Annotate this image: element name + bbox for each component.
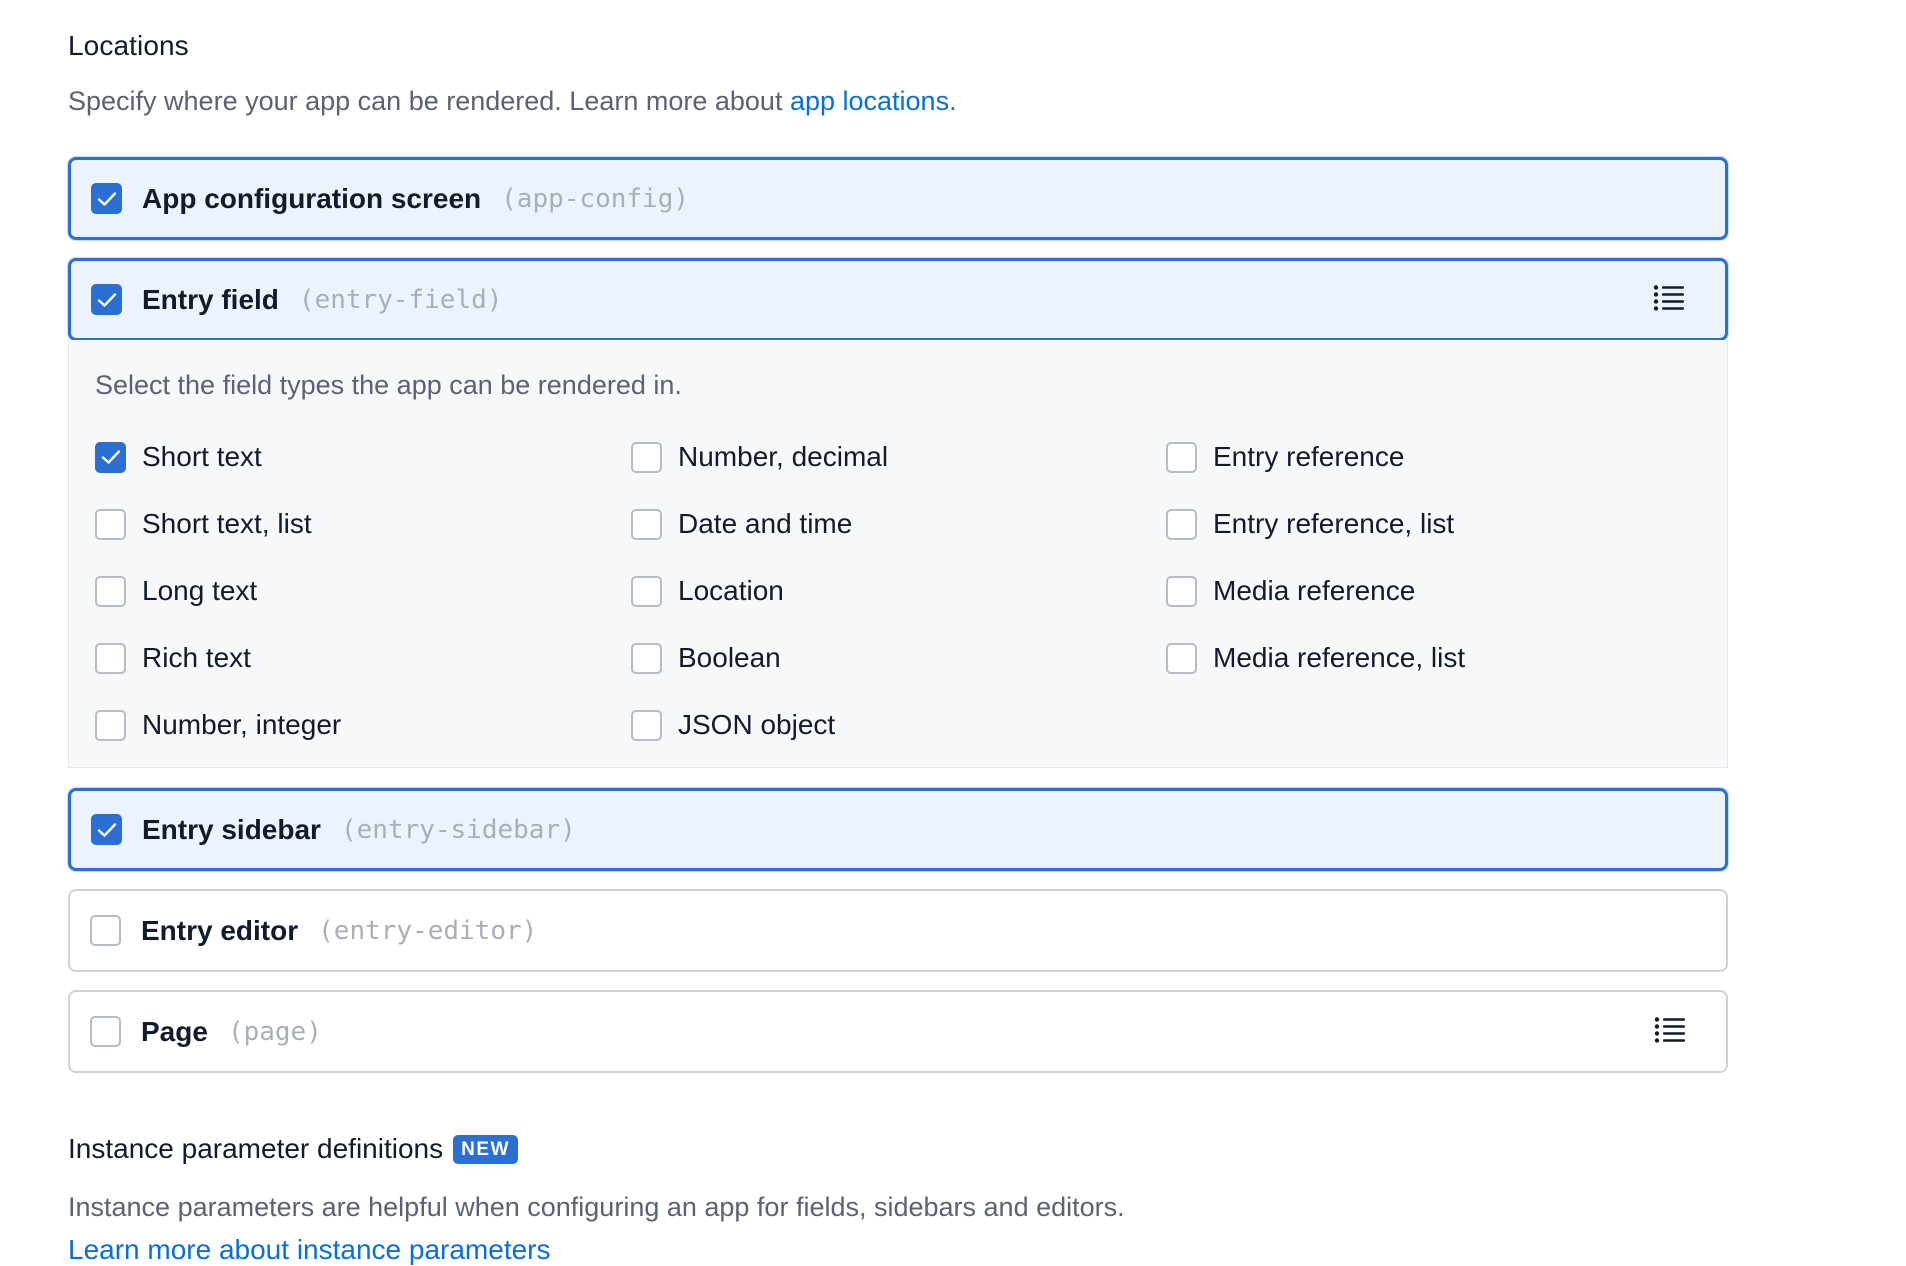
- field-type-label: Short text: [142, 441, 262, 472]
- location-label: Entry sidebar: [142, 813, 321, 845]
- app-locations-link[interactable]: app locations: [790, 86, 949, 116]
- location-code: (entry-sidebar): [340, 814, 576, 845]
- field-type-media-reference[interactable]: Media reference: [1166, 575, 1415, 607]
- field-type-label: JSON object: [678, 709, 836, 740]
- location-code: (page): [227, 1016, 322, 1047]
- new-badge: NEW: [453, 1134, 518, 1164]
- field-type-entry-reference[interactable]: Entry reference: [1166, 441, 1404, 473]
- field-type-checkbox[interactable]: [631, 441, 662, 473]
- field-type-checkbox[interactable]: [631, 508, 662, 540]
- check-icon: [97, 191, 116, 206]
- field-type-json-object[interactable]: JSON object: [631, 709, 835, 741]
- instance-parameters-description: Instance parameters are helpful when con…: [68, 1192, 1125, 1222]
- field-type-checkbox[interactable]: [1166, 508, 1197, 540]
- entry-sidebar-checkbox[interactable]: [91, 814, 122, 845]
- app-config-checkbox[interactable]: [91, 183, 122, 214]
- location-app-config[interactable]: App configuration screen (app-config): [68, 157, 1728, 240]
- field-type-checkbox[interactable]: [1166, 642, 1197, 674]
- field-type-boolean[interactable]: Boolean: [631, 642, 781, 674]
- field-type-label: Number, decimal: [678, 441, 889, 472]
- location-code: (entry-editor): [318, 915, 538, 946]
- location-label: Page: [141, 1015, 208, 1047]
- location-entry-editor[interactable]: Entry editor (entry-editor): [68, 889, 1728, 972]
- field-type-label: Media reference: [1213, 575, 1416, 606]
- field-type-label: Entry reference: [1213, 441, 1405, 472]
- field-type-location[interactable]: Location: [631, 575, 784, 607]
- field-type-checkbox[interactable]: [631, 709, 662, 741]
- field-type-short-text[interactable]: Short text: [95, 441, 262, 473]
- instance-parameters-heading: Instance parameter definitions NEW: [68, 1133, 518, 1165]
- field-type-rich-text[interactable]: Rich text: [95, 642, 251, 674]
- field-type-label: Location: [678, 575, 784, 606]
- check-icon: [97, 292, 116, 307]
- field-type-short-text-list[interactable]: Short text, list: [95, 508, 312, 540]
- field-type-label: Boolean: [678, 642, 781, 673]
- location-code: (app-config): [501, 183, 689, 214]
- field-type-date-and-time[interactable]: Date and time: [631, 508, 852, 540]
- page-checkbox[interactable]: [90, 1016, 121, 1047]
- entry-field-checkbox[interactable]: [91, 284, 122, 315]
- entry-editor-checkbox[interactable]: [90, 915, 121, 946]
- list-icon[interactable]: [1653, 284, 1685, 315]
- locations-description: Specify where your app can be rendered. …: [68, 86, 957, 116]
- field-type-label: Number, integer: [142, 709, 342, 740]
- location-label: App configuration screen: [142, 182, 482, 214]
- field-types-prompt: Select the field types the app can be re…: [95, 370, 682, 400]
- field-type-media-reference-list[interactable]: Media reference, list: [1166, 642, 1465, 674]
- field-types-panel: Select the field types the app can be re…: [68, 340, 1728, 768]
- field-type-label: Entry reference, list: [1213, 508, 1455, 539]
- location-label: Entry editor: [141, 914, 299, 946]
- field-type-checkbox[interactable]: [95, 709, 126, 741]
- field-type-checkbox[interactable]: [1166, 441, 1197, 473]
- location-label: Entry field: [142, 283, 279, 315]
- field-type-label: Date and time: [678, 508, 853, 539]
- locations-heading: Locations: [68, 30, 189, 61]
- instance-parameters-link[interactable]: Learn more about instance parameters: [68, 1234, 551, 1266]
- field-type-checkbox[interactable]: [631, 642, 662, 674]
- location-entry-field[interactable]: Entry field (entry-field): [68, 258, 1728, 341]
- field-type-label: Media reference, list: [1213, 642, 1466, 673]
- location-page[interactable]: Page (page): [68, 990, 1728, 1073]
- location-code: (entry-field): [298, 284, 503, 315]
- field-type-checkbox[interactable]: [95, 575, 126, 607]
- field-type-long-text[interactable]: Long text: [95, 575, 257, 607]
- field-type-label: Short text, list: [142, 508, 312, 539]
- check-icon: [97, 822, 116, 837]
- check-icon: [101, 450, 120, 464]
- field-type-number-decimal[interactable]: Number, decimal: [631, 441, 888, 473]
- list-icon[interactable]: [1654, 1016, 1686, 1047]
- field-type-checkbox[interactable]: [631, 575, 662, 607]
- field-type-checkbox[interactable]: [95, 508, 126, 540]
- location-entry-sidebar[interactable]: Entry sidebar (entry-sidebar): [68, 788, 1728, 871]
- field-type-checkbox[interactable]: [95, 642, 126, 674]
- field-type-label: Rich text: [142, 642, 251, 673]
- field-type-checkbox[interactable]: [1166, 575, 1197, 607]
- field-type-checkbox[interactable]: [95, 441, 126, 473]
- field-type-label: Long text: [142, 575, 258, 606]
- field-type-entry-reference-list[interactable]: Entry reference, list: [1166, 508, 1454, 540]
- field-type-number-integer[interactable]: Number, integer: [95, 709, 341, 741]
